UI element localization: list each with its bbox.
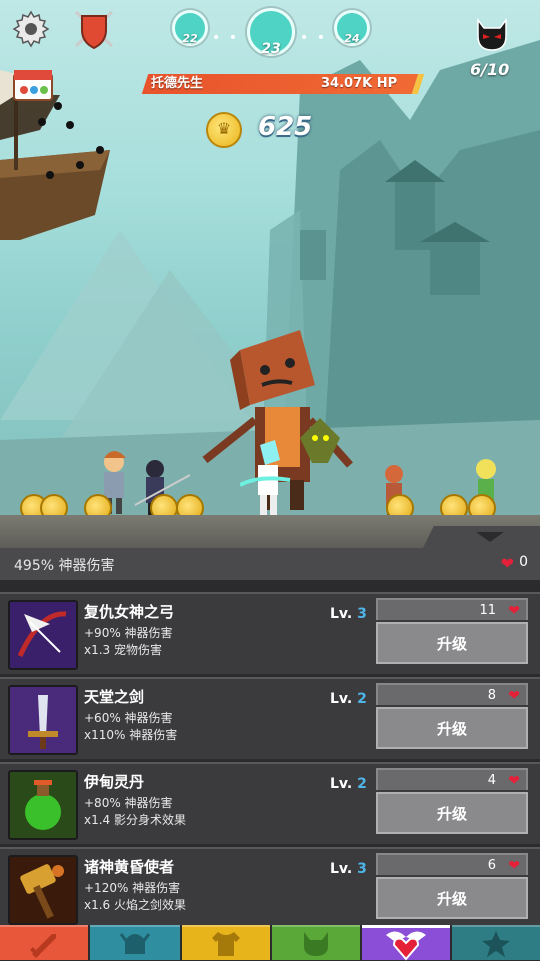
upgrade-cost-value: 8 bbox=[487, 688, 496, 703]
stage-next: 24 bbox=[334, 10, 370, 46]
stage-current-label: 23 bbox=[261, 41, 281, 57]
stage-prev: 22 bbox=[172, 10, 208, 46]
level-value: 3 bbox=[357, 606, 367, 622]
artifact-level: Lv. 2 bbox=[330, 691, 367, 707]
pet-dragon bbox=[300, 418, 340, 463]
boss-hp-bar: 托德先生 34.07K HP bbox=[141, 74, 425, 94]
level-prefix: Lv. bbox=[330, 691, 353, 707]
upgrade-cost: 4 ❤ bbox=[376, 768, 528, 790]
upgrade-cost-value: 11 bbox=[479, 603, 496, 618]
hero-swordmaster bbox=[240, 440, 291, 515]
upgrade-button[interactable]: 升级 bbox=[376, 622, 528, 664]
artifact-name: 复仇女神之弓 bbox=[84, 603, 175, 621]
tab-sword-master[interactable] bbox=[0, 925, 88, 960]
artifact-effect-secondary: x1.4 影分身术效果 bbox=[84, 813, 187, 827]
artifact-effect-primary: +90% 神器伤害 bbox=[84, 626, 173, 640]
artifact-level: Lv. 2 bbox=[330, 776, 367, 792]
artifact-name: 伊甸灵丹 bbox=[84, 773, 145, 791]
pet-tab-icon bbox=[304, 931, 328, 956]
level-prefix: Lv. bbox=[330, 606, 353, 622]
tab-heroes[interactable] bbox=[90, 925, 180, 960]
stage-current: 23 bbox=[247, 8, 295, 57]
tab-artifacts[interactable] bbox=[362, 925, 450, 961]
relic-count: 0 bbox=[519, 554, 528, 570]
top-hud: 22 • • • 23 • • • 24 6/10 托德先生 34.07K HP… bbox=[0, 0, 540, 148]
boss-name: 托德先生 bbox=[151, 76, 204, 91]
hammer-icon bbox=[8, 855, 78, 925]
upgrade-button[interactable]: 升级 bbox=[376, 707, 528, 749]
game-scene[interactable]: 22 • • • 23 • • • 24 6/10 托德先生 34.07K HP… bbox=[0, 0, 540, 548]
gold-amount: 625 bbox=[258, 112, 313, 142]
relic-heart-icon: ❤ bbox=[508, 603, 520, 619]
artifact-effect-primary: +60% 神器伤害 bbox=[84, 711, 173, 725]
bottom-tab-bar bbox=[0, 925, 540, 961]
tab-pets[interactable] bbox=[272, 925, 360, 960]
upgrade-cost: 6 ❤ bbox=[376, 853, 528, 875]
artifact-level: Lv. 3 bbox=[330, 606, 367, 622]
artifact-info-strip: 495% 神器伤害 ❤ 0 bbox=[0, 526, 540, 580]
shirt-tab-icon bbox=[212, 931, 240, 956]
stage-prev-label: 22 bbox=[182, 32, 198, 45]
sword-tab-icon bbox=[30, 933, 56, 958]
gear-icon[interactable] bbox=[10, 8, 52, 50]
boss-hp-text: 34.07K HP bbox=[320, 76, 397, 91]
relic-heart-icon: ❤ bbox=[500, 554, 514, 573]
helmet-tab-icon bbox=[119, 932, 151, 954]
upgrade-cost-value: 4 bbox=[487, 773, 496, 788]
wave-counter: 6/10 bbox=[470, 60, 510, 79]
artifact-effect-secondary: x1.6 火焰之剑效果 bbox=[84, 898, 187, 912]
artifact-row: 天堂之剑 +60% 神器伤害 x110% 神器伤害 Lv. 2 8 ❤ 升级 bbox=[0, 677, 540, 759]
tab-equipment[interactable] bbox=[182, 925, 270, 960]
stage-next-label: 24 bbox=[344, 32, 360, 45]
artifact-effect-primary: +120% 神器伤害 bbox=[84, 881, 181, 895]
artifact-row: 诸神黄昏使者 +120% 神器伤害 x1.6 火焰之剑效果 Lv. 3 6 ❤ 升… bbox=[0, 847, 540, 925]
artifact-row: 伊甸灵丹 +80% 神器伤害 x1.4 影分身术效果 Lv. 2 4 ❤ 升级 bbox=[0, 762, 540, 844]
star-tab-icon bbox=[482, 930, 510, 957]
gold-coin-icon: ♛ bbox=[206, 112, 242, 148]
demon-wave-icon bbox=[474, 18, 510, 52]
potion-icon bbox=[8, 770, 78, 840]
upgrade-button[interactable]: 升级 bbox=[376, 792, 528, 834]
artifact-effect-secondary: x1.3 宠物伤害 bbox=[84, 643, 163, 657]
upgrade-cost: 11 ❤ bbox=[376, 598, 528, 620]
clan-shield-icon[interactable] bbox=[72, 8, 116, 50]
upgrade-button[interactable]: 升级 bbox=[376, 877, 528, 919]
bow-icon bbox=[8, 600, 78, 670]
artifact-list[interactable]: 复仇女神之弓 +90% 神器伤害 x1.3 宠物伤害 Lv. 3 11 ❤ 升级 … bbox=[0, 580, 540, 925]
sword-icon bbox=[8, 685, 78, 755]
artifact-effect-secondary: x110% 神器伤害 bbox=[84, 728, 178, 742]
artifact-name: 诸神黄昏使者 bbox=[84, 858, 175, 876]
artifact-row: 复仇女神之弓 +90% 神器伤害 x1.3 宠物伤害 Lv. 3 11 ❤ 升级 bbox=[0, 592, 540, 674]
chevron-down-icon[interactable] bbox=[476, 532, 504, 542]
relic-heart-icon: ❤ bbox=[508, 858, 520, 874]
level-value: 3 bbox=[357, 861, 367, 877]
upgrade-cost: 8 ❤ bbox=[376, 683, 528, 705]
upgrade-cost-value: 6 bbox=[487, 858, 496, 873]
artifact-effect-primary: +80% 神器伤害 bbox=[84, 796, 173, 810]
artifact-damage-total: 495% 神器伤害 bbox=[14, 558, 115, 574]
tab-shop[interactable] bbox=[452, 925, 540, 960]
level-value: 2 bbox=[357, 776, 367, 792]
artifact-level: Lv. 3 bbox=[330, 861, 367, 877]
level-prefix: Lv. bbox=[330, 861, 353, 877]
artifact-tab-icon bbox=[386, 931, 426, 961]
relic-heart-icon: ❤ bbox=[508, 773, 520, 789]
relic-heart-icon: ❤ bbox=[508, 688, 520, 704]
artifact-name: 天堂之剑 bbox=[84, 688, 145, 706]
level-value: 2 bbox=[357, 691, 367, 707]
level-prefix: Lv. bbox=[330, 776, 353, 792]
